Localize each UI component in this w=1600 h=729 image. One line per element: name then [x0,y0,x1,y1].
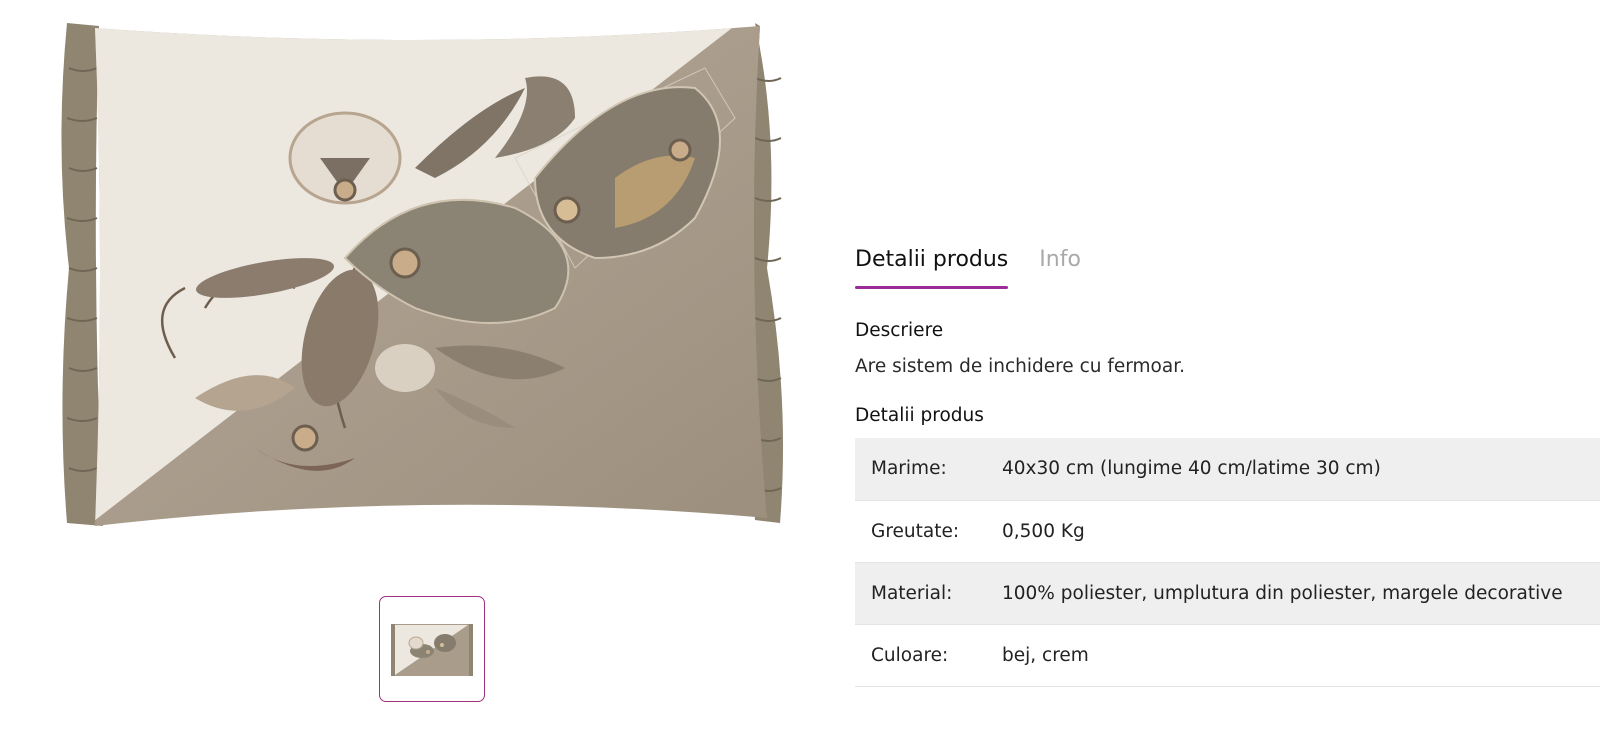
details-title: Detalii produs [855,405,984,426]
spec-value: 100% poliester, umplutura din poliester,… [1002,582,1563,604]
table-row: Culoare: bej, crem [855,624,1600,686]
spec-table: Marime: 40x30 cm (lungime 40 cm/latime 3… [855,438,1600,687]
spec-value: bej, crem [1002,644,1089,666]
description-text: Are sistem de inchidere cu fermoar. [855,356,1185,377]
tab-info[interactable]: Info [1039,244,1081,290]
main-product-image[interactable] [55,8,795,538]
spec-value: 0,500 Kg [1002,520,1085,542]
spec-key: Culoare: [871,644,949,666]
description-title: Descriere [855,320,944,341]
tab-detalii-produs[interactable]: Detalii produs [855,244,1009,290]
product-details-panel: Detalii produs Info Descriere Are sistem… [855,0,1600,729]
spec-key: Greutate: [871,520,960,542]
thumbnail-selected[interactable] [379,596,485,702]
embroidered-pillow-image [61,23,784,526]
pillow-thumbnail-icon [391,624,473,676]
table-row: Marime: 40x30 cm (lungime 40 cm/latime 3… [855,438,1600,500]
spec-value: 40x30 cm (lungime 40 cm/latime 30 cm) [1002,458,1381,480]
product-gallery [0,0,830,729]
tab-bar: Detalii produs Info [855,244,1081,290]
spec-key: Marime: [871,458,947,480]
spec-key: Material: [871,582,953,604]
table-row: Greutate: 0,500 Kg [855,500,1600,562]
table-row: Material: 100% poliester, umplutura din … [855,562,1600,624]
